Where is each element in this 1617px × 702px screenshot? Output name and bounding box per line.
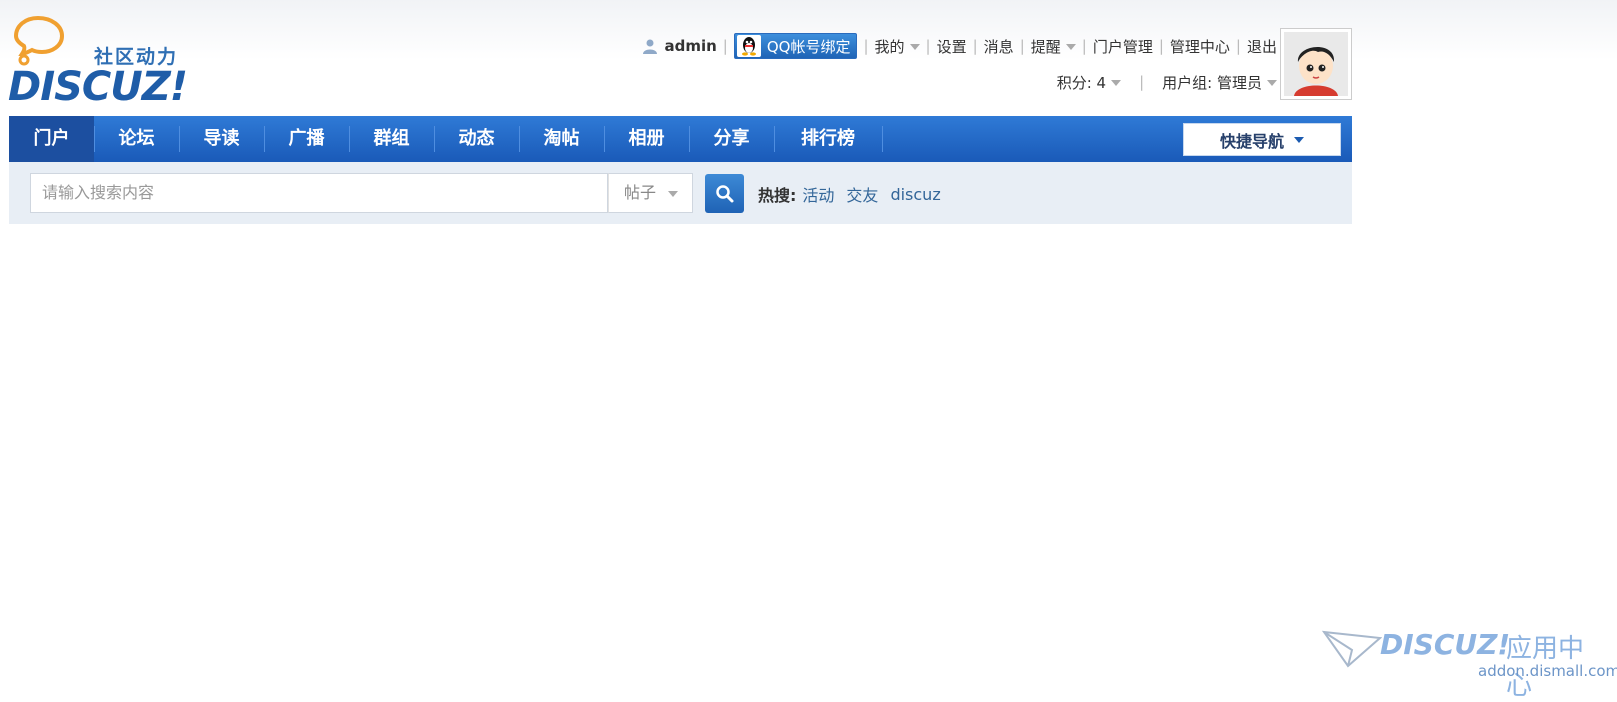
chevron-down-icon <box>909 44 920 50</box>
search-type-select[interactable]: 帖子 <box>608 173 693 213</box>
user-icon <box>643 39 658 54</box>
divider: | <box>863 37 869 55</box>
nav-item[interactable]: 动态 <box>434 116 519 162</box>
menu-my[interactable]: 我的 <box>875 36 920 57</box>
nav-item[interactable]: 论坛 <box>94 116 179 162</box>
nav-item[interactable]: 门户 <box>9 116 94 162</box>
nav-item[interactable]: 排行榜 <box>774 116 882 162</box>
username-label: admin <box>664 37 717 55</box>
chevron-down-icon <box>1294 136 1304 143</box>
qq-bind-button[interactable]: QQ帐号绑定 <box>733 33 858 59</box>
usergroup-menu[interactable]: 用户组: 管理员 <box>1162 72 1277 93</box>
hot-search-label: 热搜: <box>758 186 797 205</box>
link-settings[interactable]: 设置 <box>937 36 967 57</box>
divider: | <box>925 37 931 55</box>
nav-divider <box>94 126 95 152</box>
hot-search: 热搜: 活动 交友 discuz <box>758 182 953 206</box>
logo-wordmark: DISCUZ! <box>8 64 188 110</box>
nav-item[interactable]: 群组 <box>349 116 434 162</box>
avatar[interactable] <box>1280 28 1352 100</box>
site-logo[interactable]: 社区动力 DISCUZ! <box>8 12 198 110</box>
chevron-down-icon <box>668 190 679 197</box>
divider: | <box>1158 37 1164 55</box>
hot-search-link[interactable]: 活动 <box>802 182 834 206</box>
search-icon <box>715 184 733 202</box>
divider: | <box>1081 37 1087 55</box>
nav-item[interactable]: 广播 <box>264 116 349 162</box>
nav-divider <box>519 126 520 152</box>
user-toolbar: admin | QQ帐号绑定 | 我的 | 设置 | 消息 | 提醒 | 门户管… <box>642 33 1277 59</box>
nav-divider <box>349 126 350 152</box>
divider: | <box>1139 73 1145 91</box>
chevron-down-icon <box>1267 80 1277 86</box>
nav-divider <box>774 126 775 152</box>
nav-divider <box>689 126 690 152</box>
username-link[interactable]: admin <box>642 37 717 55</box>
watermark: DISCUZ! 应用中心 addon.dismall.com <box>1318 624 1617 701</box>
nav-item[interactable]: 导读 <box>179 116 264 162</box>
search-input[interactable]: 请输入搜索内容 <box>30 173 608 213</box>
link-portal-admin[interactable]: 门户管理 <box>1093 36 1153 57</box>
nav-divider <box>179 126 180 152</box>
watermark-url: addon.dismall.com <box>1478 662 1617 680</box>
credits-menu[interactable]: 积分: 4 <box>1057 72 1122 93</box>
search-button[interactable] <box>705 174 744 213</box>
avatar-cartoon-icon <box>1284 32 1348 96</box>
link-logout[interactable]: 退出 <box>1247 36 1277 57</box>
link-messages[interactable]: 消息 <box>984 36 1014 57</box>
quick-nav-button[interactable]: 快捷导航 <box>1183 123 1341 156</box>
divider: | <box>972 37 978 55</box>
hot-search-link[interactable]: 交友 <box>846 182 878 206</box>
nav-item[interactable]: 分享 <box>689 116 774 162</box>
nav-item[interactable]: 相册 <box>604 116 689 162</box>
watermark-wordmark: DISCUZ! <box>1380 628 1511 661</box>
divider: | <box>1019 37 1025 55</box>
nav-divider <box>882 126 883 152</box>
quick-nav-label: 快捷导航 <box>1219 131 1284 151</box>
nav-divider <box>264 126 265 152</box>
chevron-down-icon <box>1065 44 1076 50</box>
paper-plane-icon <box>1322 630 1382 668</box>
divider: | <box>1235 37 1241 55</box>
user-info-bar: 积分: 4 | 用户组: 管理员 <box>1057 70 1277 94</box>
nav-divider <box>604 126 605 152</box>
qq-bind-label: QQ帐号绑定 <box>766 37 851 56</box>
nav-divider <box>434 126 435 152</box>
qq-penguin-icon <box>736 35 761 57</box>
link-admin-center[interactable]: 管理中心 <box>1170 36 1230 57</box>
chevron-down-icon <box>1111 80 1122 86</box>
nav-item[interactable]: 淘帖 <box>519 116 604 162</box>
menu-notifications[interactable]: 提醒 <box>1031 36 1076 57</box>
search-type-label: 帖子 <box>624 183 657 202</box>
hot-search-link[interactable]: discuz <box>890 185 940 204</box>
divider: | <box>722 37 728 55</box>
